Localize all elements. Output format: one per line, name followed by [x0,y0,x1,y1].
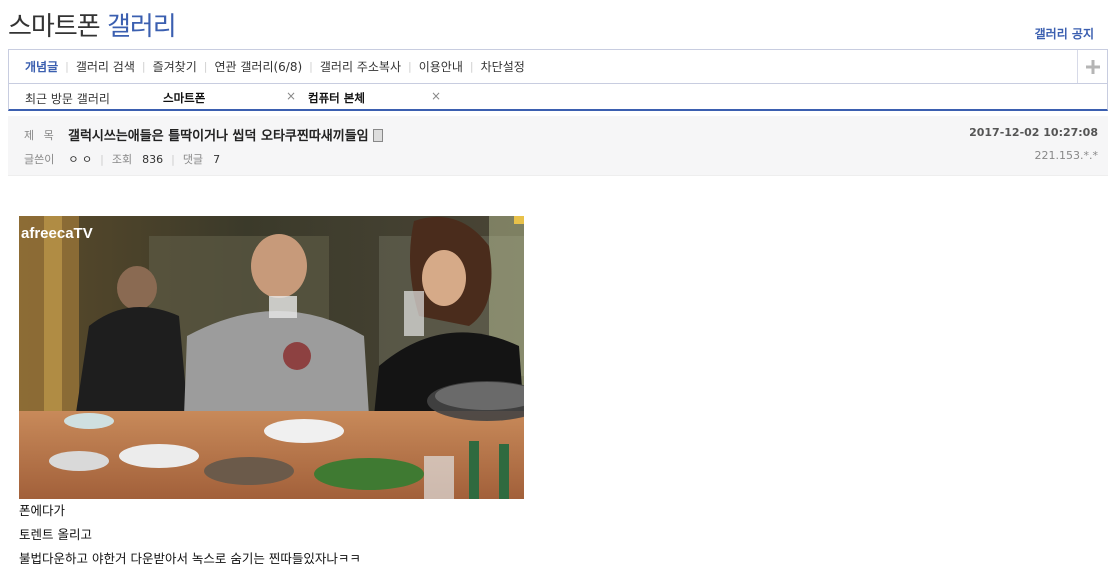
close-icon[interactable]: × [431,89,441,103]
close-icon[interactable]: × [286,89,296,103]
meta-separator: | [171,152,175,166]
post-date: 2017-12-02 10:27:08 [969,126,1098,139]
post-body: 폰에다가 토렌트 올리고 불법다운하고 야한거 다운받아서 녹스로 숨기는 찐따… [19,501,361,573]
plus-icon [1085,59,1100,74]
tab-gallery-search[interactable]: 갤러리 검색 [76,58,135,75]
recent-gallery-item[interactable]: 컴퓨터 본체 [308,90,365,106]
post-subject: 갤럭시쓰는애들은 틀딱이거나 씹덕 오타쿠찐따새끼들임 [68,125,383,144]
tab-concept-posts[interactable]: 개념글 [25,58,58,75]
menu-separator: | [408,60,412,73]
post-header: 제 목 갤럭시쓰는애들은 틀딱이거나 씹덕 오타쿠찐따새끼들임 2017-12-… [8,116,1108,176]
recent-galleries-label: 최근 방문 갤러리 [25,92,110,106]
tab-related-galleries[interactable]: 연관 갤러리(6/8) [214,58,302,75]
post-meta: 글쓴이 ㅇ ㅇ | 조회 836 | 댓글 7 [24,151,220,167]
menu-separator: | [65,60,69,73]
subject-label: 제 목 [24,129,57,142]
menu-separator: | [203,60,208,73]
post-body-line: 폰에다가 [19,503,66,518]
post-body-line: 불법다운하고 야한거 다운받아서 녹스로 숨기는 찐따들있자나ㅋㅋ [19,551,361,566]
recent-gallery-item[interactable]: 스마트폰 [163,90,205,106]
views-label: 조회 [111,153,133,166]
gallery-notice-link[interactable]: 갤러리 공지 [1035,25,1094,42]
comments-label: 댓글 [182,153,204,166]
document-icon [372,129,383,142]
post-subject-text: 갤럭시쓰는애들은 틀딱이거나 씹덕 오타쿠찐따새끼들임 [68,129,369,144]
post-photo: afreecaTV [19,216,524,499]
post-body-line: 토렌트 올리고 [19,527,92,542]
gallery-title-part1: 스마트폰 [8,12,101,42]
menu-separator: | [309,60,313,73]
tab-usage-guide[interactable]: 이용안내 [419,58,463,75]
afreeca-watermark: afreecaTV [21,225,93,242]
comments-count[interactable]: 7 [213,153,220,166]
gallery-menu-bar: 개념글 | 갤러리 검색 | 즐겨찾기 | 연관 갤러리(6/8) | 갤러리 … [8,49,1108,83]
gallery-title-part2: 갤러리 [106,12,177,42]
add-button[interactable] [1077,50,1107,83]
menu-separator: | [141,60,146,73]
tab-favorites[interactable]: 즐겨찾기 [153,58,197,75]
meta-separator: | [100,152,104,166]
author-ip: 221.153.*.* [1034,149,1098,162]
tab-copy-address[interactable]: 갤러리 주소복사 [320,58,401,75]
recent-galleries-bar: 최근 방문 갤러리 스마트폰 × 컴퓨터 본체 × [8,83,1108,111]
gallery-title[interactable]: 스마트폰 갤러리 [8,6,177,43]
author-label: 글쓴이 [24,153,55,166]
menu-separator: | [469,60,474,73]
views-count: 836 [142,152,164,166]
author-name[interactable]: ㅇ ㅇ [68,151,92,167]
tab-block-settings[interactable]: 차단설정 [481,58,525,75]
post-image: afreecaTV [19,216,524,499]
